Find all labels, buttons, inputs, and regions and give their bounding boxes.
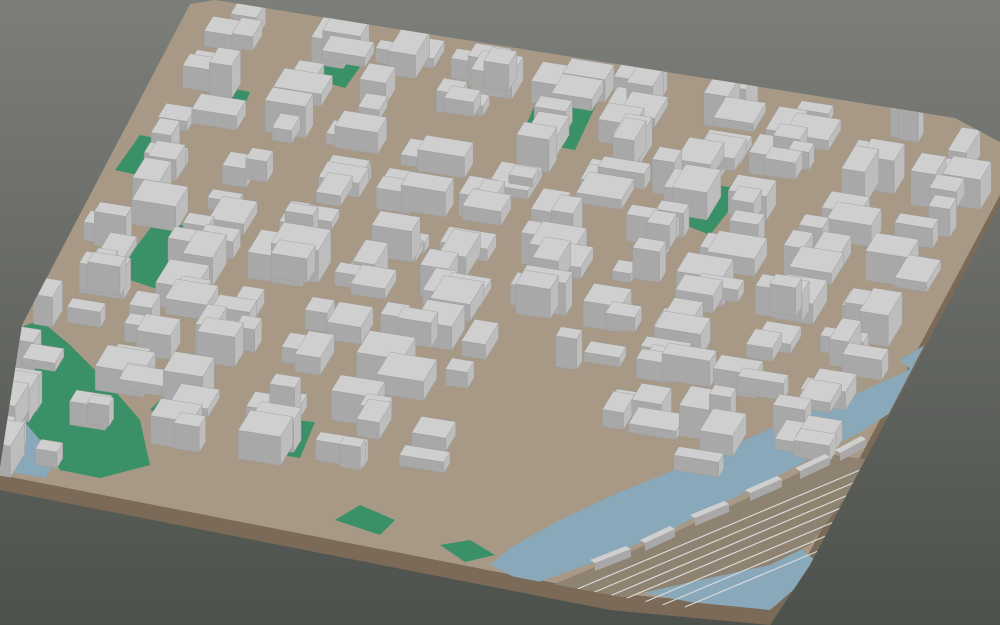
building [35,439,64,469]
building [555,326,583,371]
city-model-svg [0,0,1000,625]
city-model-scene [0,0,1000,625]
building [483,47,518,92]
building [661,342,717,388]
building [445,357,475,390]
building [508,164,539,188]
building [339,435,366,471]
building [87,251,127,297]
building [605,301,643,333]
building [411,416,457,453]
building [334,110,388,155]
building [131,179,189,233]
building [66,297,106,329]
building [515,269,559,320]
building [87,394,115,428]
building [237,409,294,467]
building [632,237,667,284]
building [270,239,316,285]
building [764,146,803,181]
building [793,428,837,463]
building [22,343,65,373]
building [462,188,512,227]
building [400,171,455,218]
building [376,351,438,402]
building [417,134,474,179]
building [443,85,482,118]
building [769,273,803,317]
building [208,47,241,100]
building [173,411,207,454]
building [245,147,274,184]
